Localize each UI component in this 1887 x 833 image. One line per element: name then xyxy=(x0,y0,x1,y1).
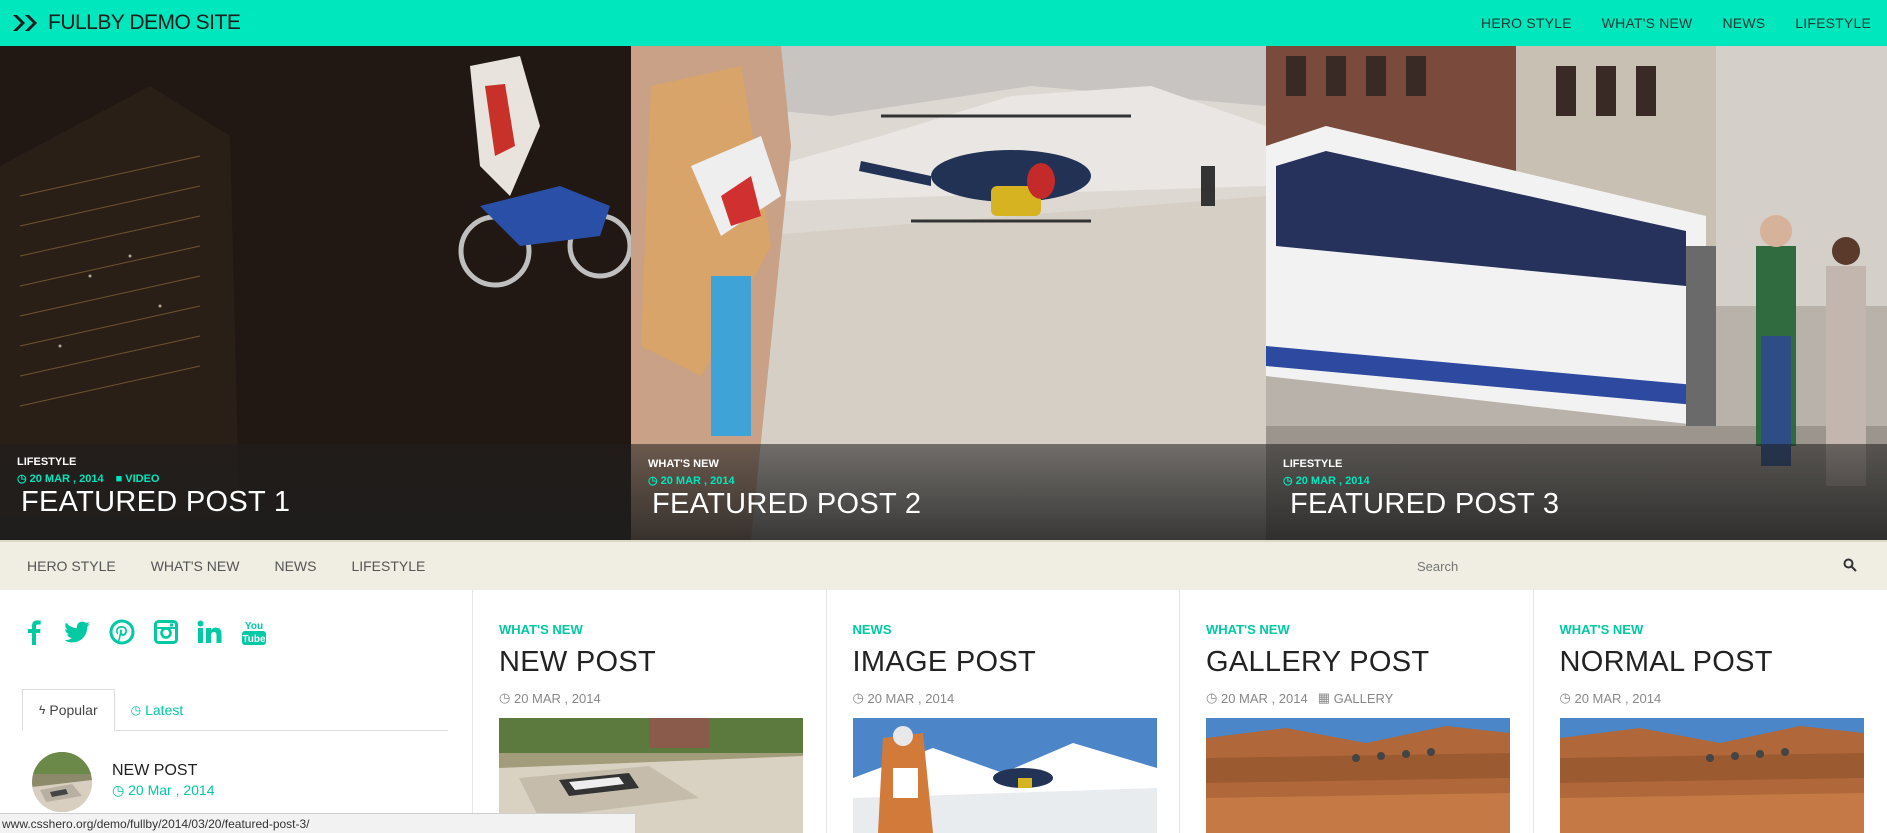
post-meta: ◷ 20 MAR , 2014 xyxy=(1560,690,1662,706)
post-grid: WHAT'S NEW NEW POST ◷ 20 MAR , 2014 NEWS… xyxy=(473,590,1887,833)
clock-icon: ◷ xyxy=(1206,690,1221,705)
featured-category[interactable]: LIFESTYLE xyxy=(17,456,76,468)
video-camera-icon: ■ xyxy=(115,472,123,485)
featured-slide-3[interactable]: LIFESTYLE ◷ 20 MAR , 2014 FEATURED POST … xyxy=(1266,46,1887,540)
clock-icon: ◷ xyxy=(130,703,142,717)
clock-icon: ◷ xyxy=(1283,475,1293,487)
featured-format[interactable]: VIDEO xyxy=(125,473,159,485)
topnav-lifestyle[interactable]: LIFESTYLE xyxy=(1795,15,1871,31)
search-icon[interactable] xyxy=(1843,558,1857,572)
popular-post-date: ◷ 20 Mar , 2014 xyxy=(112,782,215,799)
sidebar: You Tube ϟ Popular ◷ Latest NEW POST ◷ 20… xyxy=(0,590,473,833)
browser-status-bar: www.csshero.org/demo/fullby/2014/03/20/f… xyxy=(0,813,636,833)
post-title[interactable]: NEW POST xyxy=(499,646,656,679)
post-image[interactable] xyxy=(1559,718,1864,833)
featured-slide-1[interactable]: LIFESTYLE ◷ 20 MAR , 2014 ■ VIDEO FEATUR… xyxy=(0,46,631,540)
popular-post-item[interactable]: NEW POST ◷ 20 Mar , 2014 xyxy=(32,752,215,812)
facebook-icon[interactable] xyxy=(20,618,48,646)
post-date: 20 MAR , 2014 xyxy=(1220,690,1308,706)
clock-icon: ◷ xyxy=(112,782,129,798)
post-meta: ◷ 20 MAR , 2014 xyxy=(499,690,601,706)
featured-date: 20 MAR , 2014 xyxy=(660,474,735,487)
post-meta: ◷ 20 MAR , 2014 xyxy=(853,690,955,706)
post-category[interactable]: NEWS xyxy=(853,622,892,637)
clock-icon: ◷ xyxy=(17,473,27,485)
post-card: WHAT'S NEW NEW POST ◷ 20 MAR , 2014 xyxy=(473,590,827,833)
sidebar-tabs: ϟ Popular ◷ Latest xyxy=(22,689,448,731)
search-input[interactable] xyxy=(1417,558,1797,574)
subnav-news[interactable]: NEWS xyxy=(274,558,316,574)
topnav-whats-new[interactable]: WHAT'S NEW xyxy=(1602,15,1693,31)
site-title[interactable]: FULLBY DEMO SITE xyxy=(48,11,241,35)
post-card: WHAT'S NEW NORMAL POST ◷ 20 MAR , 2014 xyxy=(1534,590,1887,833)
secondary-nav: HERO STYLE WHAT'S NEW NEWS LIFESTYLE xyxy=(0,540,1887,590)
instagram-icon[interactable] xyxy=(152,618,180,646)
site-logo[interactable]: FULLBY DEMO SITE xyxy=(12,11,241,35)
post-category[interactable]: WHAT'S NEW xyxy=(499,622,583,637)
post-card: WHAT'S NEW GALLERY POST ◷ 20 MAR , 2014 … xyxy=(1180,590,1534,833)
subnav-whats-new[interactable]: WHAT'S NEW xyxy=(151,558,240,574)
search-box xyxy=(1417,550,1857,582)
featured-title[interactable]: FEATURED POST 3 xyxy=(1290,488,1559,521)
tab-latest[interactable]: ◷ Latest xyxy=(115,689,200,731)
post-card: NEWS IMAGE POST ◷ 20 MAR , 2014 xyxy=(827,590,1180,833)
popular-post-info: NEW POST ◷ 20 Mar , 2014 xyxy=(112,762,215,812)
pinterest-icon[interactable] xyxy=(108,618,136,646)
post-meta: ◷ 20 MAR , 2014 ▦ GALLERY xyxy=(1206,690,1393,706)
featured-category[interactable]: WHAT'S NEW xyxy=(648,458,719,470)
gallery-icon: ▦ xyxy=(1317,690,1334,705)
linkedin-icon[interactable] xyxy=(196,618,224,646)
featured-category[interactable]: LIFESTYLE xyxy=(1283,458,1342,470)
post-title[interactable]: GALLERY POST xyxy=(1206,646,1429,679)
tab-label: Latest xyxy=(145,702,184,718)
featured-caption: LIFESTYLE ◷ 20 MAR , 2014 ■ VIDEO FEATUR… xyxy=(0,444,631,540)
featured-date: 20 MAR , 2014 xyxy=(29,472,104,485)
featured-caption: WHAT'S NEW ◷ 20 MAR , 2014 FEATURED POST… xyxy=(631,444,1266,540)
featured-date: 20 MAR , 2014 xyxy=(1295,474,1370,487)
subnav-hero-style[interactable]: HERO STYLE xyxy=(27,558,116,574)
post-title[interactable]: IMAGE POST xyxy=(853,646,1036,679)
top-header: FULLBY DEMO SITE HERO STYLE WHAT'S NEW N… xyxy=(0,0,1887,46)
top-nav: HERO STYLE WHAT'S NEW NEWS LIFESTYLE xyxy=(1451,0,1871,46)
post-category[interactable]: WHAT'S NEW xyxy=(1560,622,1644,637)
featured-title[interactable]: FEATURED POST 2 xyxy=(652,488,921,521)
featured-slide-2[interactable]: WHAT'S NEW ◷ 20 MAR , 2014 FEATURED POST… xyxy=(631,46,1266,540)
featured-meta: ◷ 20 MAR , 2014 xyxy=(648,474,735,488)
clock-icon: ◷ xyxy=(648,475,658,487)
tab-label: Popular xyxy=(49,702,98,718)
svg-text:Tube: Tube xyxy=(242,634,266,645)
post-format[interactable]: GALLERY xyxy=(1334,691,1394,706)
clock-icon: ◷ xyxy=(852,690,868,705)
twitter-icon[interactable] xyxy=(64,618,92,646)
popular-post-date-text: 20 Mar , 2014 xyxy=(128,782,215,798)
post-title[interactable]: NORMAL POST xyxy=(1560,646,1773,679)
post-thumbnail[interactable] xyxy=(32,752,92,812)
featured-caption: LIFESTYLE ◷ 20 MAR , 2014 FEATURED POST … xyxy=(1266,444,1887,540)
double-chevron-icon xyxy=(13,15,37,31)
featured-meta: ◷ 20 MAR , 2014 xyxy=(1283,474,1370,488)
hero-slider: LIFESTYLE ◷ 20 MAR , 2014 ■ VIDEO FEATUR… xyxy=(0,46,1887,540)
post-date: 20 MAR , 2014 xyxy=(867,690,955,706)
bolt-icon: ϟ xyxy=(39,703,46,717)
post-image[interactable] xyxy=(852,718,1157,833)
topnav-news[interactable]: NEWS xyxy=(1722,15,1765,31)
subnav-lifestyle[interactable]: LIFESTYLE xyxy=(351,558,425,574)
social-links: You Tube xyxy=(20,618,284,646)
post-date: 20 MAR , 2014 xyxy=(1574,690,1662,706)
tab-popular[interactable]: ϟ Popular xyxy=(22,689,115,731)
featured-meta: ◷ 20 MAR , 2014 ■ VIDEO xyxy=(17,472,159,486)
post-image[interactable] xyxy=(1206,718,1510,833)
youtube-icon[interactable]: You Tube xyxy=(240,618,268,646)
svg-text:You: You xyxy=(245,621,263,632)
post-category[interactable]: WHAT'S NEW xyxy=(1206,622,1290,637)
popular-post-title[interactable]: NEW POST xyxy=(112,762,215,780)
post-date: 20 MAR , 2014 xyxy=(513,690,601,706)
clock-icon: ◷ xyxy=(499,690,514,705)
featured-title[interactable]: FEATURED POST 1 xyxy=(21,486,290,519)
clock-icon: ◷ xyxy=(1559,690,1575,705)
topnav-hero-style[interactable]: HERO STYLE xyxy=(1481,15,1572,31)
